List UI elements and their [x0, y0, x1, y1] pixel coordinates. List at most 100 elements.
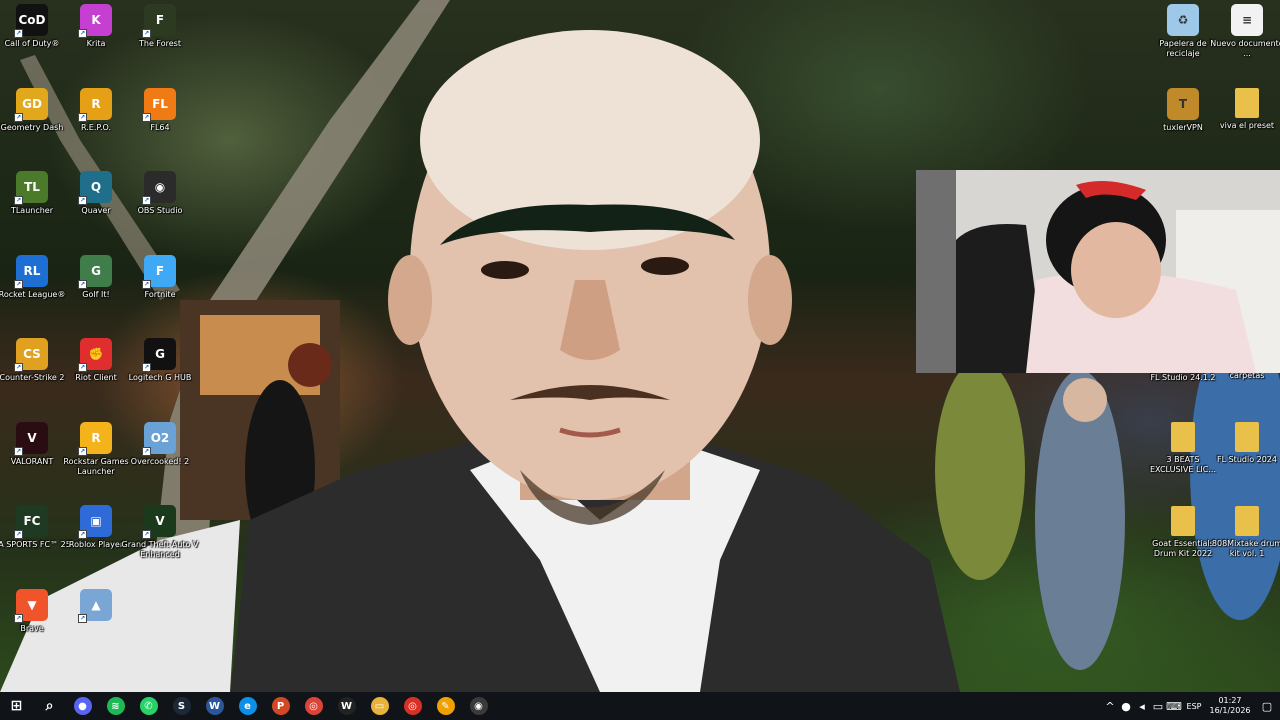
call-of-duty-icon: CoD ↗	[14, 4, 48, 38]
network-icon[interactable]: ▭	[1150, 700, 1166, 713]
desktop-icon[interactable]: Goat Essentials Drum Kit 2022	[1151, 506, 1215, 586]
keyboard-icon[interactable]: ⌨	[1166, 700, 1182, 713]
icon-glyph: T	[1178, 97, 1188, 111]
desktop-icon[interactable]: viva el preset	[1215, 88, 1279, 168]
shortcut-arrow-icon: ↗	[142, 279, 151, 289]
desktop-icon[interactable]: ▲ ↗	[64, 588, 128, 669]
desktop-icon[interactable]: R ↗ Rockstar Games Launcher	[63, 421, 129, 502]
desktop-icon[interactable]: O2 ↗ Overcooked! 2	[128, 421, 192, 502]
desktop-icon[interactable]: ♻ Papelera de reciclaje	[1151, 4, 1215, 84]
desktop-icon[interactable]: G ↗ Golf It!	[64, 254, 128, 335]
microphone-icon[interactable]: ●	[1118, 700, 1134, 713]
desktop-icon[interactable]: T tuxlerVPN	[1151, 88, 1215, 168]
spotify-app[interactable]: ≋	[99, 692, 132, 720]
tray-overflow-chevron-icon[interactable]: ^	[1102, 700, 1118, 713]
clock-time: 01:27	[1218, 696, 1242, 705]
desktop-icon[interactable]: Q ↗ Quaver	[64, 171, 128, 251]
chrome-app-icon: ◎	[304, 697, 323, 715]
icon-glyph: F	[155, 13, 165, 27]
icon-glyph: FL	[152, 96, 168, 111]
desktop-icon[interactable]: F ↗ Fortnite	[128, 254, 192, 335]
edge-app[interactable]: e	[231, 692, 264, 720]
desktop-icon[interactable]: ▣ ↗ Roblox Player	[64, 505, 128, 585]
shortcut-arrow-icon: ↗	[14, 29, 23, 38]
notifications-icon[interactable]: ▢	[1254, 700, 1280, 713]
chrome-dev-app[interactable]: ◎	[396, 692, 429, 720]
desktop-icon-label: FL Studio 2024	[1217, 455, 1277, 464]
icon-glyph: R	[91, 430, 101, 445]
chrome-app[interactable]: ◎	[297, 692, 330, 720]
icon-glyph: G	[91, 263, 101, 278]
desktop-icon[interactable]: GD ↗ Geometry Dash	[0, 87, 64, 168]
language-indicator[interactable]: ESP	[1182, 702, 1206, 711]
recycle-bin-icon: ♻	[1167, 4, 1199, 36]
text-document-icon: ≡	[1231, 4, 1263, 36]
desktop-icon[interactable]: ◉ ↗ OBS Studio	[128, 171, 192, 251]
system-tray: ^ ● ◂ ▭ ⌨ ESP 01:27 16/1/2026 ▢	[1102, 692, 1280, 720]
icon-glyph: GD	[22, 96, 42, 111]
desktop-icon[interactable]: TL ↗ TLauncher	[0, 171, 64, 251]
desktop-icon[interactable]: 3 BEATS EXCLUSIVE LIC...	[1150, 422, 1216, 502]
shortcut-arrow-icon: ↗	[14, 112, 23, 122]
desktop-icon[interactable]: CS ↗ Counter-Strike 2	[0, 338, 64, 418]
steam-app[interactable]: S	[165, 692, 198, 720]
riot-client-icon: ✊ ↗	[78, 338, 112, 372]
brave-icon: ▼ ↗	[14, 588, 48, 623]
whatsapp-app[interactable]: ✆	[132, 692, 165, 720]
powerpoint-app[interactable]: P	[264, 692, 297, 720]
icon-glyph: ◉	[154, 180, 166, 194]
desktop-icon[interactable]: F ↗ The Forest	[128, 4, 192, 84]
desktop-icon[interactable]: V ↗ VALORANT	[0, 421, 64, 502]
shortcut-arrow-icon: ↗	[142, 29, 151, 38]
webcam-overlay	[916, 170, 1280, 373]
desktop-icon[interactable]: G ↗ Logitech G HUB	[128, 338, 192, 418]
desktop-icon[interactable]: R ↗ R.E.P.O.	[64, 87, 128, 168]
desktop-icon-label: viva el preset	[1219, 121, 1275, 130]
desktop-icon[interactable]: FC ↗ EA SPORTS FC™ 25	[0, 505, 71, 585]
edge-app-icon: e	[238, 697, 257, 715]
tuxler-vpn-icon: T	[1167, 88, 1199, 120]
clock[interactable]: 01:27 16/1/2026	[1206, 696, 1254, 716]
quaver-icon: Q ↗	[78, 171, 112, 205]
desktop-icon[interactable]: K ↗ Krita	[64, 4, 128, 84]
roblox-icon: ▣ ↗	[78, 505, 112, 539]
shortcut-arrow-icon: ↗	[142, 196, 151, 205]
icon-glyph: G	[155, 347, 165, 361]
pen-app[interactable]: ✎	[429, 692, 462, 720]
file-explorer-app[interactable]: ▭	[363, 692, 396, 720]
obs-studio-icon: ◉ ↗	[142, 171, 176, 205]
geometry-dash-icon: GD ↗	[14, 87, 48, 122]
shortcut-arrow-icon: ↗	[78, 363, 87, 372]
discord-like-app[interactable]: ●	[66, 692, 99, 720]
desktop-icon[interactable]: FL ↗ FL64	[128, 87, 192, 168]
desktop-icon[interactable]: 808Mixtake drum kit vol. 1	[1212, 506, 1280, 586]
icon-glyph: RL	[23, 263, 41, 278]
desktop-icon[interactable]: CoD ↗ Call of Duty®	[0, 4, 64, 84]
gta-v-icon: V ↗	[142, 505, 176, 539]
start-button[interactable]: ⊞	[0, 692, 33, 720]
golf-it-icon: G ↗	[78, 254, 112, 289]
file-explorer-app-icon: ▭	[370, 697, 389, 715]
desktop-icon[interactable]: FL Studio 2024	[1215, 422, 1279, 502]
desktop-icon[interactable]: RL ↗ Rocket League®	[0, 254, 65, 335]
counter-strike-icon: CS ↗	[14, 338, 48, 372]
w-app[interactable]: W	[330, 692, 363, 720]
desktop-icon[interactable]: ▼ ↗ Brave	[0, 588, 64, 669]
desktop-icon-label: 808Mixtake drum kit vol. 1	[1211, 539, 1280, 558]
powerpoint-app-icon: P	[271, 697, 290, 715]
steam-app-icon: S	[172, 697, 191, 715]
discord-like-app-icon: ●	[73, 697, 92, 715]
volume-icon[interactable]: ◂	[1134, 700, 1150, 713]
overcooked-icon: O2 ↗	[142, 421, 176, 456]
desktop-icon[interactable]: ≡ Nuevo documento ...	[1210, 4, 1280, 84]
shortcut-arrow-icon: ↗	[78, 446, 87, 456]
word-app[interactable]: W	[198, 692, 231, 720]
desktop-icon-label: Brave	[20, 623, 44, 633]
desktop-icon[interactable]: ✊ ↗ Riot Client	[64, 338, 128, 418]
taskbar-apps: ⊞ ⌕ ● ≋ ✆ S We P ◎ W ▭ ◎ ✎ ◉	[0, 692, 495, 720]
obs-app[interactable]: ◉	[462, 692, 495, 720]
desktop-icon[interactable]: V ↗ Grand Theft Auto V Enhanced	[122, 505, 198, 585]
search-button[interactable]: ⌕	[33, 692, 66, 720]
shortcut-arrow-icon: ↗	[142, 530, 151, 539]
icon-glyph: CoD	[18, 13, 46, 27]
